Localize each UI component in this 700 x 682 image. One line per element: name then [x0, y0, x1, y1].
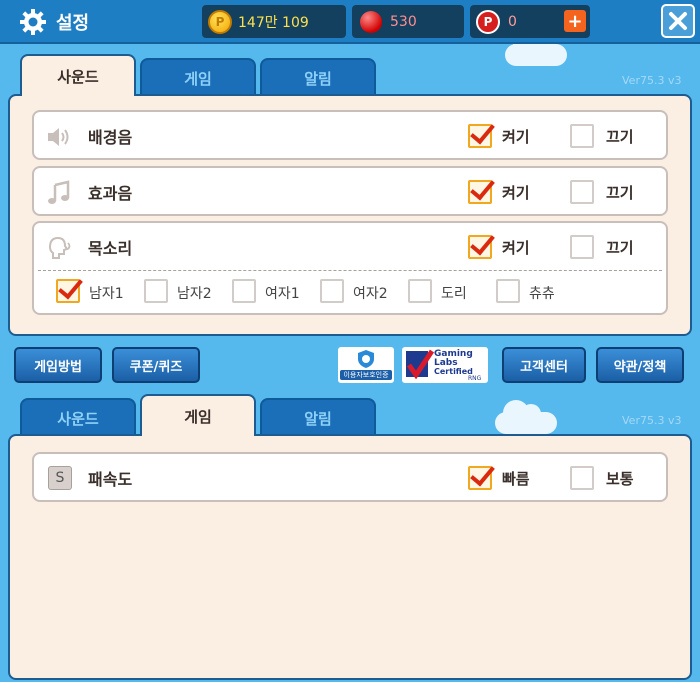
voice-row: 목소리 켜기 끄기 남자1 남자2 여자1 여자2 도리 츄츄 — [32, 221, 668, 315]
sfx-label: 효과음 — [88, 184, 133, 203]
speed-fast-checkbox[interactable] — [468, 466, 492, 490]
voice-label: 목소리 — [88, 239, 133, 258]
bgm-off-label: 끄기 — [606, 128, 634, 146]
bgm-label: 배경음 — [88, 128, 133, 147]
voice-female2-checkbox[interactable] — [320, 279, 344, 303]
bgm-on-label: 켜기 — [502, 128, 530, 146]
speed-normal-checkbox[interactable] — [570, 466, 594, 490]
customer-center-button[interactable]: 고객센터 — [502, 347, 586, 383]
speed-normal-label: 보통 — [606, 470, 634, 488]
voice-off-checkbox[interactable] — [570, 235, 594, 259]
game-guide-button[interactable]: 게임방법 — [14, 347, 102, 383]
music-note-icon — [48, 180, 70, 204]
voice-on-checkbox[interactable] — [468, 235, 492, 259]
tab-game[interactable]: 게임 — [140, 58, 256, 96]
voice-dori-label: 도리 — [441, 286, 467, 302]
voice-off-label: 끄기 — [606, 239, 634, 257]
tab-notification[interactable]: 알림 — [260, 58, 376, 96]
voice-dori-checkbox[interactable] — [408, 279, 432, 303]
bgm-off-checkbox[interactable] — [570, 124, 594, 148]
close-button[interactable] — [661, 4, 695, 38]
sfx-row: 효과음 켜기 끄기 — [32, 166, 668, 216]
voice-divider — [38, 270, 662, 271]
terms-policy-button[interactable]: 약관/정책 — [596, 347, 684, 383]
gli-certified-badge[interactable]: Gaming Labs Certified RNG — [402, 347, 488, 383]
gli-line4: RNG — [468, 375, 482, 382]
shield-icon — [358, 350, 374, 368]
gold-amount: 147만 109 — [238, 14, 309, 31]
checkmark-logo-icon — [406, 349, 434, 380]
version-label: Ver75.3 v3 — [622, 74, 682, 87]
voice-chuchu-checkbox[interactable] — [496, 279, 520, 303]
voice-female2-label: 여자2 — [353, 286, 388, 302]
voice-female1-checkbox[interactable] — [232, 279, 256, 303]
point-counter: P 0 + — [470, 5, 590, 38]
ruby-icon — [360, 10, 382, 33]
game-settings-panel: S 패속도 빠름 보통 — [8, 434, 692, 680]
ruby-counter: 530 — [352, 5, 464, 38]
voice-male1-checkbox[interactable] — [56, 279, 80, 303]
speed-fast-label: 빠름 — [502, 470, 530, 488]
close-icon — [669, 12, 687, 30]
sfx-off-checkbox[interactable] — [570, 180, 594, 204]
tab-game-bottom[interactable]: 게임 — [140, 394, 256, 436]
tile-speed-row: S 패속도 빠름 보통 — [32, 452, 668, 502]
voice-head-icon — [48, 236, 71, 259]
gold-counter: P 147만 109 — [202, 5, 346, 38]
s-badge-icon: S — [48, 466, 72, 490]
bgm-on-checkbox[interactable] — [468, 124, 492, 148]
sfx-on-label: 켜기 — [502, 184, 530, 202]
gear-icon[interactable] — [18, 7, 48, 37]
user-protection-label: 이용자보호인증 — [340, 370, 392, 380]
voice-male2-checkbox[interactable] — [144, 279, 168, 303]
version-label-bottom: Ver75.3 v3 — [622, 414, 682, 427]
coupon-quiz-button[interactable]: 쿠폰/퀴즈 — [112, 347, 200, 383]
user-protection-badge[interactable]: 이용자보호인증 — [338, 347, 394, 383]
cloud — [495, 400, 557, 434]
sfx-on-checkbox[interactable] — [468, 180, 492, 204]
gold-coin-icon: P — [208, 9, 232, 34]
tab-sound[interactable]: 사운드 — [20, 54, 136, 96]
sfx-off-label: 끄기 — [606, 184, 634, 202]
tab-sound-bottom[interactable]: 사운드 — [20, 398, 136, 436]
bgm-row: 배경음 켜기 끄기 — [32, 110, 668, 160]
tab-notification-bottom[interactable]: 알림 — [260, 398, 376, 436]
point-amount: 0 — [508, 13, 517, 30]
voice-chuchu-label: 츄츄 — [529, 286, 555, 302]
tile-speed-label: 패속도 — [88, 470, 133, 489]
ruby-amount: 530 — [390, 13, 417, 30]
voice-on-label: 켜기 — [502, 239, 530, 257]
sound-settings-panel: 배경음 켜기 끄기 효과음 켜기 끄기 목소리 켜기 끄기 남자1 남자2 여자… — [8, 94, 692, 336]
cloud — [505, 32, 567, 66]
page-title: 설정 — [56, 13, 90, 34]
top-bar: 설정 P 147만 109 530 P 0 + — [0, 0, 700, 44]
add-point-button[interactable]: + — [564, 10, 586, 32]
point-icon: P — [476, 9, 500, 34]
voice-male1-label: 남자1 — [89, 286, 124, 302]
voice-male2-label: 남자2 — [177, 286, 212, 302]
voice-female1-label: 여자1 — [265, 286, 300, 302]
speaker-icon — [48, 128, 69, 146]
